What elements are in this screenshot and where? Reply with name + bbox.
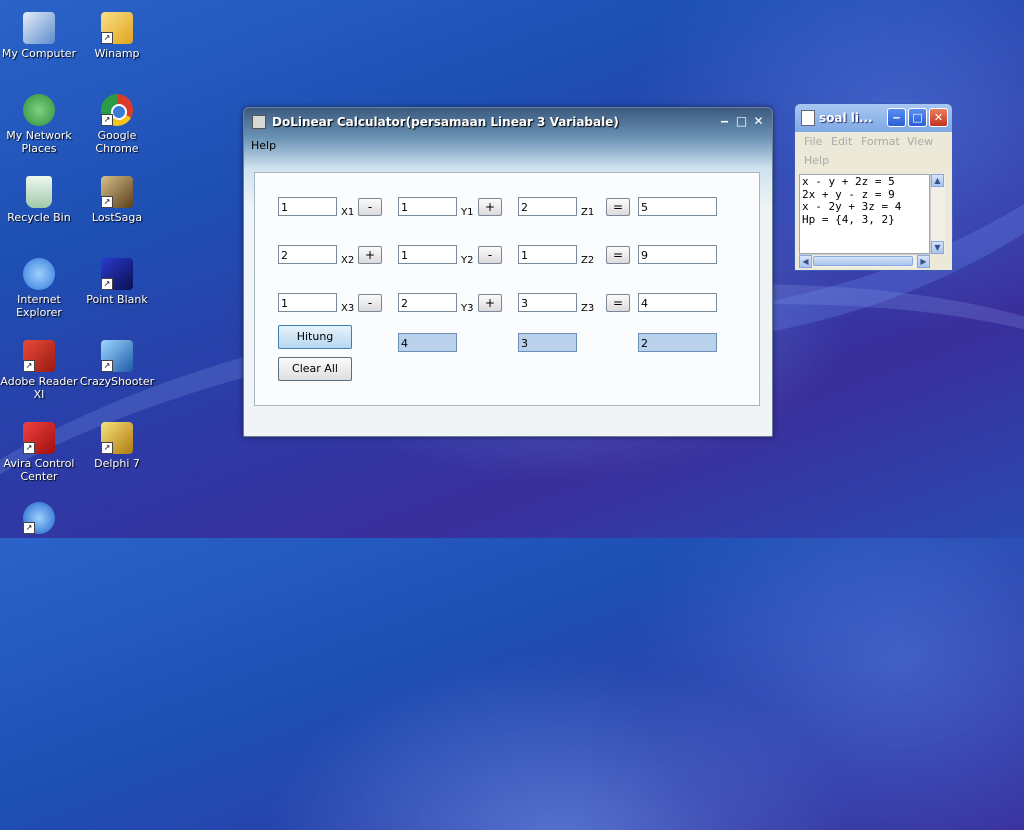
x3-input[interactable]: 1	[278, 293, 337, 312]
hitung-button[interactable]: Hitung	[278, 325, 352, 349]
close-button[interactable]: ✕	[751, 114, 766, 129]
notepad-menu-view[interactable]: View	[907, 135, 933, 148]
y2-input[interactable]: 1	[398, 245, 457, 264]
notepad-window: soal li... ‒ □ ✕ File Edit Format View H…	[794, 103, 953, 271]
window-title: DoLinear Calculator(persamaan Linear 3 V…	[272, 115, 619, 129]
desktop-icon-app[interactable]: ↗	[0, 502, 78, 537]
x2-input[interactable]: 2	[278, 245, 337, 264]
title-bar[interactable]: DoLinear Calculator(persamaan Linear 3 V…	[252, 108, 772, 136]
minimize-button[interactable]: ‒	[717, 114, 732, 129]
x2-sign-button[interactable]: +	[358, 246, 382, 264]
y1-input[interactable]: 1	[398, 197, 457, 216]
ie-icon	[23, 258, 55, 290]
notepad-horizontal-scrollbar[interactable]: ◀ ▶	[799, 254, 930, 268]
delphi-icon: ↗	[101, 422, 133, 454]
x1-label: X1	[341, 207, 355, 218]
y1-label: Y1	[461, 207, 474, 218]
equation-panel: 1 X1 - 1 Y1 + 2 Z1 = 5 2 X2 + 1 Y2 - 1 Z…	[254, 172, 760, 406]
notepad-title: soal li...	[819, 111, 873, 125]
z1-label: Z1	[581, 207, 595, 218]
z2-label: Z2	[581, 255, 595, 266]
notepad-line: x - 2y + 3z = 4	[802, 200, 902, 213]
lostsaga-icon: ↗	[101, 176, 133, 208]
notepad-menu-edit[interactable]: Edit	[831, 135, 852, 148]
notepad-icon	[801, 110, 815, 126]
notepad-title-bar[interactable]: soal li...	[801, 110, 873, 126]
recycle-bin-icon	[26, 176, 52, 208]
solution-x-field: 4	[398, 333, 457, 352]
solution-z-field: 2	[638, 333, 717, 352]
scroll-left-icon[interactable]: ◀	[799, 255, 812, 268]
desktop-icon-lostsaga[interactable]: ↗ LostSaga	[78, 176, 156, 224]
chrome-icon: ↗	[101, 94, 133, 126]
desktop-icon-adobe-reader[interactable]: ↗ Adobe Reader XI	[0, 340, 78, 401]
x2-label: X2	[341, 255, 355, 266]
notepad-close-button[interactable]: ✕	[929, 108, 948, 127]
maximize-button[interactable]: □	[734, 114, 749, 129]
y3-input[interactable]: 2	[398, 293, 457, 312]
notepad-menu-file[interactable]: File	[804, 135, 822, 148]
adobe-reader-icon: ↗	[23, 340, 55, 372]
winamp-icon: ↗	[101, 12, 133, 44]
solution-y-field: 3	[518, 333, 577, 352]
crazyshooter-icon: ↗	[101, 340, 133, 372]
notepad-text-area[interactable]: x - y + 2z = 5 2x + y - z = 9x - 2y + 3z …	[799, 174, 930, 254]
avira-icon: ↗	[23, 422, 55, 454]
result2-input[interactable]: 9	[638, 245, 717, 264]
desktop-icon-recycle-bin[interactable]: Recycle Bin	[0, 176, 78, 224]
y3-sign-button[interactable]: +	[478, 294, 502, 312]
desktop-icon-crazyshooter[interactable]: ↗ CrazyShooter	[78, 340, 156, 388]
notepad-maximize-button[interactable]: □	[908, 108, 927, 127]
pointblank-icon: ↗	[101, 258, 133, 290]
y2-label: Y2	[461, 255, 474, 266]
scroll-right-icon[interactable]: ▶	[917, 255, 930, 268]
notepad-menu-format[interactable]: Format	[861, 135, 900, 148]
eq3-button[interactable]: =	[606, 294, 630, 312]
eq2-button[interactable]: =	[606, 246, 630, 264]
desktop-icon-winamp[interactable]: ↗ Winamp	[78, 12, 156, 60]
eq1-button[interactable]: =	[606, 198, 630, 216]
notepad-line: x - y + 2z = 5	[802, 175, 895, 188]
desktop-icon-network[interactable]: My Network Places	[0, 94, 78, 155]
result1-input[interactable]: 5	[638, 197, 717, 216]
notepad-line: Hp = {4, 3, 2}	[802, 212, 895, 226]
notepad-menu-bar: File Edit Format View Help	[795, 132, 952, 174]
notepad-minimize-button[interactable]: ‒	[887, 108, 906, 127]
desktop-icon-avira[interactable]: ↗ Avira Control Center	[0, 422, 78, 483]
app-icon	[252, 115, 266, 129]
desktop-icon-chrome[interactable]: ↗ Google Chrome	[78, 94, 156, 155]
y1-sign-button[interactable]: +	[478, 198, 502, 216]
dolinear-window: DoLinear Calculator(persamaan Linear 3 V…	[243, 107, 773, 437]
x3-label: X3	[341, 303, 355, 314]
desktop-icon-delphi[interactable]: ↗ Delphi 7	[78, 422, 156, 470]
z1-input[interactable]: 2	[518, 197, 577, 216]
computer-icon	[23, 12, 55, 44]
network-icon	[23, 94, 55, 126]
z3-input[interactable]: 3	[518, 293, 577, 312]
scroll-down-icon[interactable]: ▼	[931, 241, 944, 254]
desktop-icon-my-computer[interactable]: My Computer	[0, 12, 78, 60]
notepad-menu-help[interactable]: Help	[804, 154, 829, 167]
x1-input[interactable]: 1	[278, 197, 337, 216]
y3-label: Y3	[461, 303, 474, 314]
desktop-icon-ie[interactable]: Internet Explorer	[0, 258, 78, 319]
notepad-vertical-scrollbar[interactable]: ▲ ▼	[930, 174, 945, 254]
z3-label: Z3	[581, 303, 595, 314]
y2-sign-button[interactable]: -	[478, 246, 502, 264]
app-icon: ↗	[23, 502, 55, 534]
x1-sign-button[interactable]: -	[358, 198, 382, 216]
z2-input[interactable]: 1	[518, 245, 577, 264]
scroll-thumb[interactable]	[813, 256, 913, 266]
scroll-up-icon[interactable]: ▲	[931, 174, 944, 187]
menu-help[interactable]: Help	[251, 139, 276, 152]
clear-all-button[interactable]: Clear All	[278, 357, 352, 381]
x3-sign-button[interactable]: -	[358, 294, 382, 312]
result3-input[interactable]: 4	[638, 293, 717, 312]
desktop-icon-point-blank[interactable]: ↗ Point Blank	[78, 258, 156, 306]
